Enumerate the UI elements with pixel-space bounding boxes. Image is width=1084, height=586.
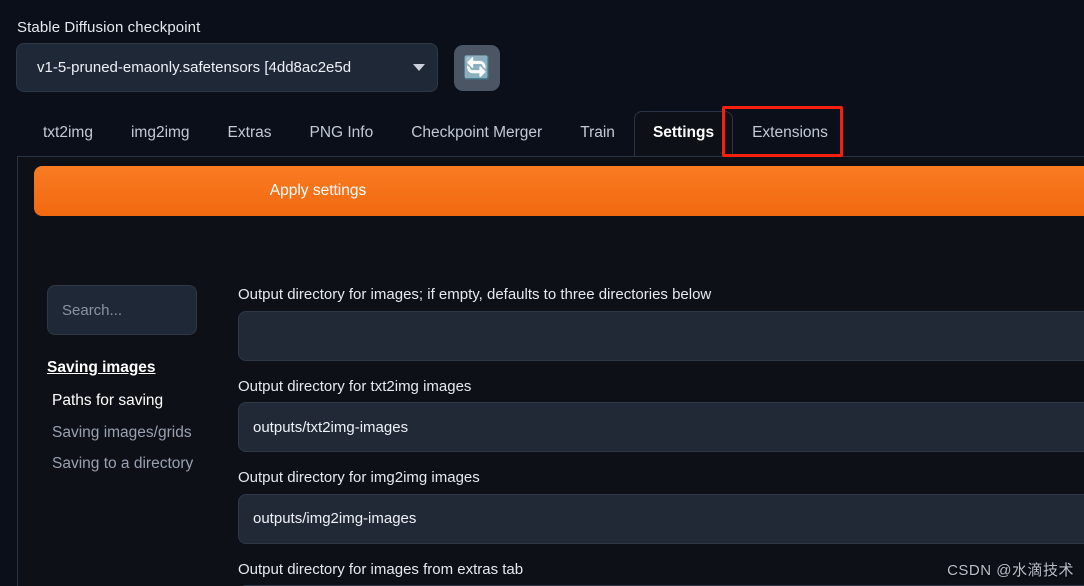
apply-settings-label: Apply settings: [269, 182, 367, 199]
sidebar-item-paths-for-saving[interactable]: Paths for saving: [47, 391, 197, 411]
field-label: Output directory for images; if empty, d…: [238, 286, 712, 303]
field-output-directory-for-img2img: Output directory for img2img images outp…: [222, 468, 1084, 544]
settings-nav: Saving images Paths for saving Saving im…: [47, 359, 197, 474]
sidebar-group-saving-images[interactable]: Saving images: [47, 359, 197, 377]
sidebar-item-saving-images-grids[interactable]: Saving images/grids: [47, 423, 197, 443]
refresh-icon: 🔄: [463, 55, 491, 80]
tab-settings[interactable]: Settings: [633, 111, 734, 156]
chevron-down-icon: [413, 64, 425, 71]
field-output-directory-for-images: Output directory for images; if empty, d…: [222, 285, 1084, 361]
refresh-checkpoints-button[interactable]: 🔄: [454, 45, 500, 91]
main-tab-bar: txt2img img2img Extras PNG Info Checkpoi…: [0, 108, 1084, 156]
checkpoint-row: Stable Diffusion checkpoint v1-5-pruned-…: [0, 0, 1084, 106]
tab-txt2img[interactable]: txt2img: [24, 111, 112, 156]
settings-panel: Apply settings Saving images Paths for s…: [17, 157, 1084, 586]
output-directory-txt2img-input[interactable]: outputs/txt2img-images: [238, 402, 1084, 452]
field-output-directory-for-txt2img: Output directory for txt2img images outp…: [222, 377, 1084, 452]
checkpoint-selected-value: v1-5-pruned-emaonly.safetensors [4dd8ac2…: [37, 59, 352, 76]
tab-extras[interactable]: Extras: [209, 111, 291, 156]
settings-fields: Output directory for images; if empty, d…: [222, 285, 1084, 586]
field-label: Output directory for img2img images: [238, 469, 480, 486]
field-output-directory-for-extras: Output directory for images from extras …: [222, 560, 1084, 586]
tab-train[interactable]: Train: [561, 111, 634, 156]
search-input[interactable]: [47, 285, 197, 335]
tab-img2img[interactable]: img2img: [112, 111, 209, 156]
field-label: Output directory for txt2img images: [238, 377, 472, 395]
settings-body: Saving images Paths for saving Saving im…: [18, 285, 1084, 586]
tab-checkpoint-merger[interactable]: Checkpoint Merger: [392, 111, 561, 156]
output-directory-images-input[interactable]: [238, 310, 1084, 361]
apply-settings-button[interactable]: Apply settings: [34, 166, 1084, 216]
field-label: Output directory for images from extras …: [238, 560, 524, 578]
tab-extensions[interactable]: Extensions: [733, 111, 847, 156]
checkpoint-label: Stable Diffusion checkpoint: [17, 19, 201, 36]
checkpoint-dropdown[interactable]: v1-5-pruned-emaonly.safetensors [4dd8ac2…: [16, 43, 438, 92]
output-directory-img2img-input[interactable]: outputs/img2img-images: [238, 493, 1084, 544]
sidebar-item-saving-to-a-directory[interactable]: Saving to a directory: [47, 454, 197, 474]
settings-sidebar: Saving images Paths for saving Saving im…: [47, 285, 207, 486]
tab-png-info[interactable]: PNG Info: [290, 111, 392, 156]
